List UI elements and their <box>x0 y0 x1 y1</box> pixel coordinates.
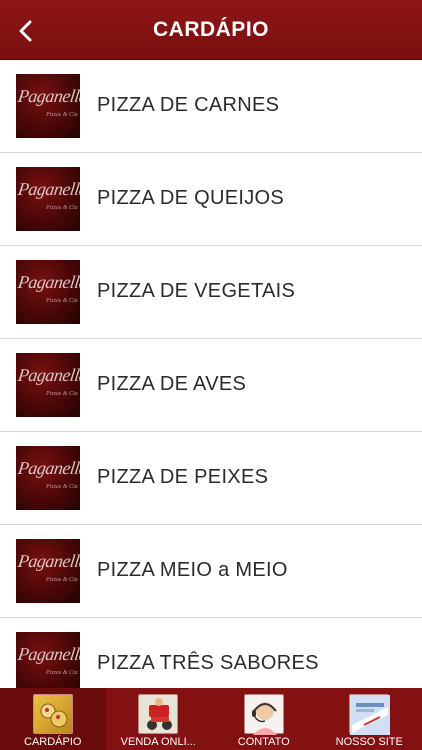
tab-label: CONTATO <box>237 736 290 748</box>
nav-header: CARDÁPIO <box>0 0 422 60</box>
list-item[interactable]: Paganella Pizzas & Cia PIZZA MEIO a MEIO <box>0 525 422 618</box>
menu-icon <box>32 694 73 734</box>
list-item-label: PIZZA DE QUEIJOS <box>97 187 285 209</box>
paganella-logo-thumbnail: Paganella Pizzas & Cia <box>16 632 80 688</box>
paganella-logo-thumbnail: Paganella Pizzas & Cia <box>16 260 80 324</box>
list-item-label: PIZZA DE VEGETAIS <box>97 280 296 302</box>
list-item[interactable]: Paganella Pizzas & Cia PIZZA DE CARNES <box>0 60 422 153</box>
list-item[interactable]: Paganella Pizzas & Cia PIZZA DE AVES <box>0 339 422 432</box>
list-item[interactable]: Paganella Pizzas & Cia PIZZA DE VEGETAIS <box>0 246 422 339</box>
paganella-logo-thumbnail: Paganella Pizzas & Cia <box>16 446 80 510</box>
list-item-label: PIZZA DE PEIXES <box>97 466 269 488</box>
tab-bar: CARDÁPIO VENDA ONLI... CONTATO NOSSO SIT… <box>0 688 422 750</box>
paganella-logo-thumbnail: Paganella Pizzas & Cia <box>16 539 80 603</box>
tab-label: CARDÁPIO <box>24 736 82 748</box>
tab-contato[interactable]: CONTATO <box>211 688 317 750</box>
website-icon <box>349 694 391 735</box>
paganella-logo-thumbnail: Paganella Pizzas & Cia <box>16 167 80 231</box>
tab-cardapio[interactable]: CARDÁPIO <box>0 688 106 750</box>
menu-list: Paganella Pizzas & Cia PIZZA DE CARNES P… <box>0 60 422 688</box>
list-item-label: PIZZA MEIO a MEIO <box>97 559 288 581</box>
list-item-label: PIZZA TRÊS SABORES <box>97 652 319 674</box>
tab-label: VENDA ONLI... <box>120 736 196 748</box>
support-headset-icon <box>243 694 284 735</box>
paganella-logo-thumbnail: Paganella Pizzas & Cia <box>16 353 80 417</box>
list-item[interactable]: Paganella Pizzas & Cia PIZZA TRÊS SABORE… <box>0 618 422 688</box>
page-title: CARDÁPIO <box>152 18 269 41</box>
tab-label: NOSSO SITE <box>335 736 403 748</box>
paganella-logo-thumbnail: Paganella Pizzas & Cia <box>16 74 80 138</box>
tab-nosso-site[interactable]: NOSSO SITE <box>317 688 422 750</box>
list-item-label: PIZZA DE CARNES <box>97 94 280 116</box>
delivery-scooter-icon <box>138 694 179 734</box>
list-item[interactable]: Paganella Pizzas & Cia PIZZA DE QUEIJOS <box>0 153 422 246</box>
list-item[interactable]: Paganella Pizzas & Cia PIZZA DE PEIXES <box>0 432 422 525</box>
list-item-label: PIZZA DE AVES <box>97 373 247 395</box>
tab-venda-online[interactable]: VENDA ONLI... <box>106 688 212 750</box>
